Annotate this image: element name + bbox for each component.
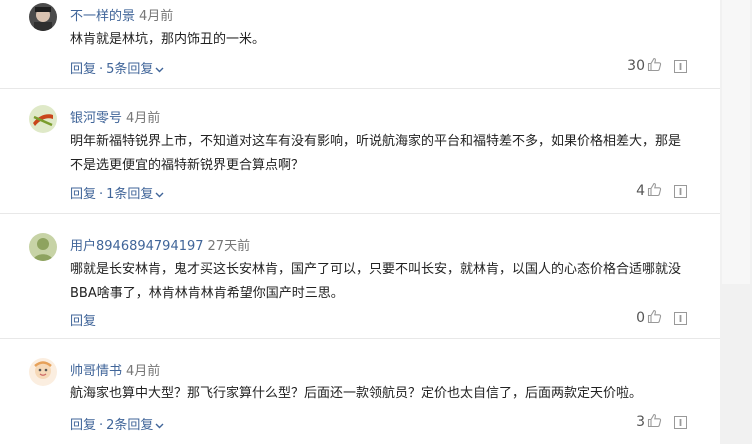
report-icon[interactable]	[674, 60, 687, 73]
comment-username[interactable]: 用户8946894794197 27天前	[70, 235, 250, 254]
chevron-down-icon[interactable]	[155, 67, 164, 73]
comment-text: 明年新福特锐界上市，不知道对这车有没有影响，听说航海家的平台和福特差不多，如果价…	[70, 134, 682, 173]
comment-time: 27天前	[207, 239, 251, 254]
reply-button[interactable]: 回复	[70, 418, 96, 433]
comment-text: 哪就是长安林肯，鬼才买这长安林肯，国产了可以，只要不叫长安，就林肯，以国人的心态…	[70, 262, 682, 301]
comment-actions: 回复 · 2条回复	[70, 414, 164, 433]
view-replies-button[interactable]: 2条回复	[106, 418, 164, 433]
avatar-cartoon-icon	[29, 358, 57, 386]
separator: ·	[99, 187, 104, 202]
like-button[interactable]: 3	[600, 413, 662, 430]
username-text[interactable]: 帅哥情书	[70, 364, 122, 379]
avatar-photo-icon	[29, 3, 57, 31]
like-count: 30	[627, 58, 645, 74]
scrollbar-thumb[interactable]	[722, 0, 750, 284]
report-icon[interactable]	[674, 416, 687, 429]
avatar-logo-icon	[29, 105, 57, 133]
like-button[interactable]: 30	[600, 57, 662, 74]
avatar[interactable]	[29, 233, 57, 261]
reply-button[interactable]: 回复	[70, 62, 96, 77]
avatar-default-icon	[29, 233, 57, 261]
comment-time: 4月前	[139, 9, 174, 24]
username-text[interactable]: 银河零号	[70, 111, 122, 126]
avatar[interactable]	[29, 358, 57, 386]
report-icon[interactable]	[674, 185, 687, 198]
view-replies-button[interactable]: 5条回复	[106, 62, 164, 77]
comment-actions: 回复	[70, 310, 96, 329]
like-count: 4	[636, 183, 645, 199]
comment-username[interactable]: 帅哥情书 4月前	[70, 360, 160, 379]
replies-count-label[interactable]: 2条回复	[106, 418, 153, 433]
comment-item: 帅哥情书 4月前 航海家也算中大型？那飞行家算什么型？后面还一款领航员？定价也太自…	[0, 338, 720, 444]
avatar[interactable]	[29, 105, 57, 133]
comment-item: 银河零号 4月前 明年新福特锐界上市，不知道对这车有没有影响，听说航海家的平台和福…	[0, 88, 720, 214]
comment-text: 林肯就是林坑，那内饰丑的一米。	[70, 32, 266, 47]
replies-count-label[interactable]: 5条回复	[106, 62, 153, 77]
replies-count-label[interactable]: 1条回复	[106, 187, 153, 202]
chevron-down-icon[interactable]	[155, 423, 164, 429]
thumbs-up-icon[interactable]	[647, 182, 662, 197]
reply-button[interactable]: 回复	[70, 187, 96, 202]
like-button[interactable]: 4	[600, 182, 662, 199]
like-count: 3	[636, 414, 645, 430]
comment-actions: 回复 · 5条回复	[70, 58, 164, 77]
chevron-down-icon[interactable]	[155, 192, 164, 198]
comment-username[interactable]: 不一样的景 4月前	[70, 5, 173, 24]
like-count: 0	[636, 310, 645, 326]
separator: ·	[99, 418, 104, 433]
comment-item: 用户8946894794197 27天前 哪就是长安林肯，鬼才买这长安林肯，国产了…	[0, 213, 720, 339]
thumbs-up-icon[interactable]	[647, 413, 662, 428]
like-button[interactable]: 0	[600, 309, 662, 326]
comment-time: 4月前	[126, 364, 161, 379]
comment-actions: 回复 · 1条回复	[70, 183, 164, 202]
reply-button[interactable]: 回复	[70, 314, 96, 329]
separator: ·	[99, 62, 104, 77]
username-text[interactable]: 用户8946894794197	[70, 239, 204, 254]
comment-text: 航海家也算中大型？那飞行家算什么型？后面还一款领航员？定价也太自信了，后面两款定…	[70, 386, 643, 401]
thumbs-up-icon[interactable]	[647, 57, 662, 72]
username-text[interactable]: 不一样的景	[70, 9, 135, 24]
comment-username[interactable]: 银河零号 4月前	[70, 107, 160, 126]
report-icon[interactable]	[674, 312, 687, 325]
avatar[interactable]	[29, 3, 57, 31]
view-replies-button[interactable]: 1条回复	[106, 187, 164, 202]
thumbs-up-icon[interactable]	[647, 309, 662, 324]
comment-time: 4月前	[126, 111, 161, 126]
comment-item: 不一样的景 4月前 林肯就是林坑，那内饰丑的一米。 回复 · 5条回复 30	[0, 0, 720, 89]
